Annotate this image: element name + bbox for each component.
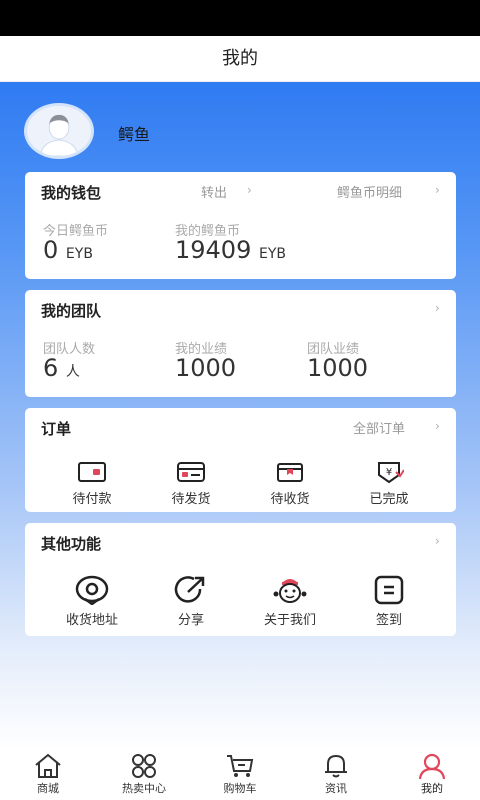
username[interactable]: 鳄鱼: [118, 121, 150, 145]
team-members-value: 6 人: [43, 354, 80, 382]
eyb-details-link[interactable]: 鳄鱼币明细: [337, 182, 402, 201]
checkin-icon: [374, 575, 404, 605]
other-functions-card: 其他功能 › 收货地址 分享 关于我们 签到: [25, 523, 456, 636]
tab-mall[interactable]: 商城: [0, 750, 96, 796]
page-title: 我的: [0, 36, 480, 82]
shipping-address-label: 收货地址: [65, 613, 118, 628]
chevron-right-icon: ›: [435, 419, 440, 433]
person-icon: [418, 753, 446, 779]
check-in-label: 签到: [375, 613, 402, 628]
tab-mine[interactable]: 我的: [384, 750, 480, 796]
avatar[interactable]: [24, 103, 94, 159]
avatar-person-icon: [27, 106, 91, 156]
tab-cart[interactable]: 购物车: [192, 750, 288, 796]
chevron-right-icon: ›: [435, 183, 440, 197]
tab-hot-sale[interactable]: 热卖中心: [96, 750, 192, 796]
today-eyb-value: 0 EYB: [43, 236, 93, 264]
chevron-right-icon: ›: [247, 183, 252, 197]
bottom-tab-bar: 商城 热卖中心 购物车 资讯 我的: [0, 750, 480, 800]
tab-hot-sale-label: 热卖中心: [122, 782, 166, 795]
wallet-title: 我的钱包: [41, 184, 102, 202]
pending-shipment-button[interactable]: 待发货: [149, 460, 233, 507]
box-icon: [277, 463, 303, 482]
transfer-out-link[interactable]: 转出: [201, 182, 227, 201]
chevron-right-icon: ›: [435, 301, 440, 315]
pending-receipt-button[interactable]: 待收货: [248, 460, 332, 507]
pending-receipt-label: 待收货: [270, 492, 310, 507]
card-icon: [177, 462, 205, 482]
share-icon: [174, 576, 205, 603]
status-bar: [0, 0, 480, 36]
tab-cart-label: 购物车: [223, 782, 257, 795]
pending-payment-button[interactable]: 待付款: [50, 460, 134, 507]
home-icon: [35, 753, 61, 778]
team-card[interactable]: 我的团队 › 团队人数 6 人 我的业绩 1000 团队业绩 1000: [25, 290, 456, 397]
other-functions-title: 其他功能: [41, 535, 102, 553]
wallet-icon: [78, 462, 106, 482]
pending-payment-label: 待付款: [72, 492, 112, 507]
orders-card: 订单 全部订单 › 待付款 待发货 待收货 ¥ 已完成: [25, 408, 456, 512]
completed-label: 已完成: [369, 492, 409, 507]
orders-title: 订单: [41, 420, 72, 438]
grid-icon: [132, 754, 156, 778]
share-label: 分享: [177, 613, 204, 628]
my-eyb-value: 19409 EYB: [175, 236, 287, 264]
location-icon: [75, 575, 109, 605]
about-us-label: 关于我们: [263, 613, 316, 628]
share-button[interactable]: 分享: [149, 575, 233, 628]
tab-mall-label: 商城: [37, 782, 59, 795]
chevron-right-icon: ›: [435, 534, 440, 548]
wallet-card: 我的钱包 转出 › 鳄鱼币明细 › 今日鳄鱼币 0 EYB 我的鳄鱼币 1940…: [25, 172, 456, 279]
pending-shipment-label: 待发货: [171, 492, 211, 507]
my-performance-value: 1000: [175, 354, 237, 382]
mascot-icon: [273, 579, 307, 603]
team-performance-value: 1000: [307, 354, 369, 382]
team-title: 我的团队: [41, 302, 102, 320]
completed-button[interactable]: ¥ 已完成: [347, 460, 431, 507]
about-us-button[interactable]: 关于我们: [248, 575, 332, 628]
bell-icon: [325, 754, 347, 778]
all-orders-link[interactable]: 全部订单: [353, 418, 405, 437]
shipping-address-button[interactable]: 收货地址: [50, 575, 134, 628]
check-in-button[interactable]: 签到: [347, 575, 431, 628]
tab-mine-label: 我的: [421, 782, 443, 795]
tab-news[interactable]: 资讯: [288, 750, 384, 796]
svg-text:¥: ¥: [386, 467, 392, 478]
cart-icon: [227, 755, 254, 777]
yuan-done-icon: ¥: [378, 462, 404, 484]
tab-news-label: 资讯: [325, 782, 347, 795]
